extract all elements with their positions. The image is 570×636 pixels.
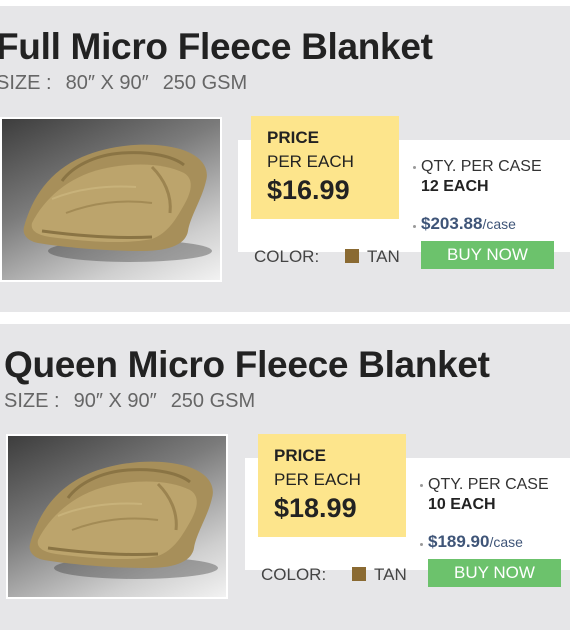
product-card-queen: Queen Micro Fleece Blanket SIZE : 90″ X 9… — [0, 324, 570, 630]
price-box: PRICE PER EACH $16.99 — [251, 116, 399, 219]
qty-per-case-value: 12 EACH — [421, 178, 489, 195]
color-label: COLOR: — [261, 565, 327, 584]
product-title: Queen Micro Fleece Blanket — [4, 344, 490, 385]
tan-color-swatch-icon[interactable] — [345, 249, 359, 263]
size-dimensions: 90″ X 90″ — [73, 390, 157, 412]
price-heading: PRICE — [267, 128, 319, 147]
color-name: TAN — [367, 247, 400, 266]
bullet-icon — [420, 484, 423, 487]
color-name: TAN — [374, 565, 407, 584]
buy-now-button[interactable]: BUY NOW — [421, 241, 554, 269]
qty-per-case-label: QTY. PER CASE — [421, 158, 542, 175]
product-size: SIZE : 80″ X 90″ 250 GSM — [0, 72, 247, 95]
tan-color-swatch-icon[interactable] — [352, 567, 366, 581]
product-card-full: Full Micro Fleece Blanket SIZE : 80″ X 90… — [0, 6, 570, 312]
qty-per-case-value: 10 EACH — [428, 496, 496, 513]
size-dimensions: 80″ X 90″ — [65, 72, 149, 94]
case-price: $203.88/case — [421, 214, 516, 234]
unit-price: $16.99 — [267, 175, 350, 205]
price-heading: PRICE — [274, 446, 326, 465]
folded-blanket-photo-icon — [29, 461, 218, 579]
bullet-icon — [413, 166, 416, 169]
folded-blanket-photo-icon — [23, 144, 212, 262]
size-label: SIZE : — [4, 390, 60, 412]
product-size: SIZE : 90″ X 90″ 250 GSM — [4, 390, 255, 413]
size-gsm: 250 GSM — [170, 390, 256, 412]
case-price: $189.90/case — [428, 532, 523, 552]
qty-per-case-label: QTY. PER CASE — [428, 476, 549, 493]
price-unit-label: PER EACH — [274, 470, 361, 489]
price-unit-label: PER EACH — [267, 152, 354, 171]
size-label: SIZE : — [0, 72, 52, 94]
case-price-value: $189.90 — [428, 532, 490, 551]
case-price-unit: /case — [489, 534, 523, 550]
product-image[interactable] — [6, 434, 228, 599]
buy-now-button[interactable]: BUY NOW — [428, 559, 561, 587]
price-box: PRICE PER EACH $18.99 — [258, 434, 406, 537]
size-gsm: 250 GSM — [162, 72, 248, 94]
bullet-icon — [413, 225, 416, 228]
case-price-value: $203.88 — [421, 214, 483, 233]
unit-price: $18.99 — [274, 493, 357, 523]
case-price-unit: /case — [482, 216, 516, 232]
bullet-icon — [420, 543, 423, 546]
product-image[interactable] — [0, 117, 222, 282]
color-label: COLOR: — [254, 247, 320, 266]
product-title: Full Micro Fleece Blanket — [0, 26, 433, 67]
